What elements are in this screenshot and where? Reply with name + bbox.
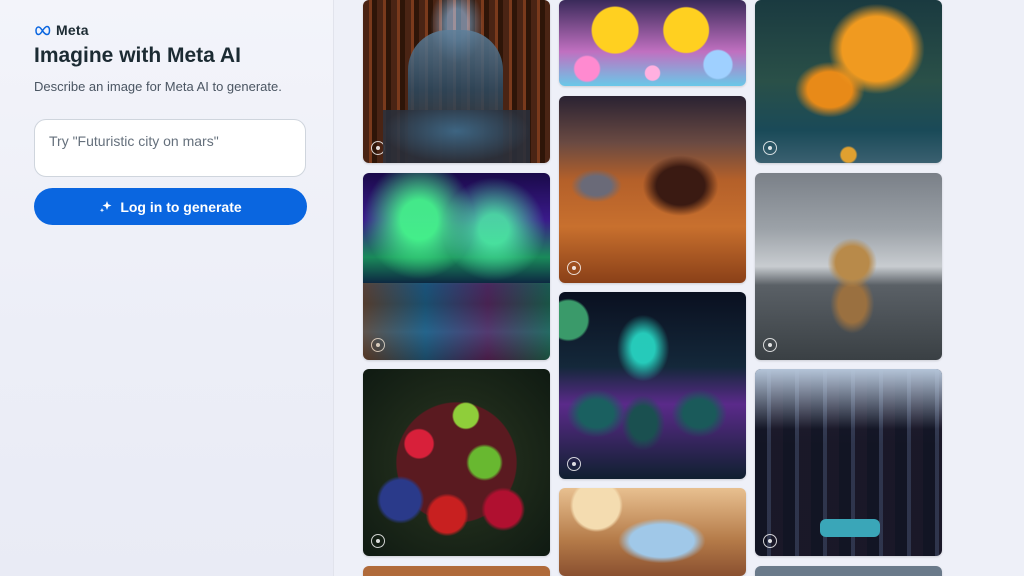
- gallery-image-astronauts[interactable]: [559, 292, 746, 479]
- gallery-image-mars-car[interactable]: [559, 96, 746, 283]
- meta-ai-icon: [763, 338, 777, 352]
- meta-ai-icon: [371, 338, 385, 352]
- gallery-image-aurora[interactable]: [363, 173, 550, 360]
- meta-logo[interactable]: Meta: [34, 22, 89, 38]
- gallery-image-city[interactable]: [755, 369, 942, 556]
- gallery-image-ducks[interactable]: [559, 0, 746, 86]
- gallery-image-dog[interactable]: [755, 173, 942, 360]
- prompt-input[interactable]: [34, 119, 306, 177]
- meta-ai-icon: [763, 141, 777, 155]
- sparkle-icon: [100, 200, 112, 212]
- gallery-image-fruit[interactable]: [363, 369, 550, 556]
- meta-ai-icon: [763, 534, 777, 548]
- meta-ai-icon: [567, 457, 581, 471]
- gallery-image-bird[interactable]: [559, 488, 746, 576]
- page-subtitle: Describe an image for Meta AI to generat…: [34, 79, 282, 94]
- gallery-image-partial[interactable]: [363, 566, 550, 576]
- gallery-image-library[interactable]: [363, 0, 550, 163]
- gallery-image-butterfly[interactable]: [755, 0, 942, 163]
- meta-ai-icon: [371, 141, 385, 155]
- left-panel: Meta Imagine with Meta AI Describe an im…: [0, 0, 334, 576]
- login-to-generate-label: Log in to generate: [120, 198, 242, 215]
- meta-infinity-icon: [35, 25, 51, 35]
- image-gallery: [335, 0, 1024, 576]
- logo-text: Meta: [56, 22, 89, 38]
- page-title: Imagine with Meta AI: [34, 44, 241, 67]
- meta-ai-icon: [371, 534, 385, 548]
- meta-ai-icon: [567, 261, 581, 275]
- login-to-generate-button[interactable]: Log in to generate: [34, 188, 307, 225]
- gallery-image-partial[interactable]: [755, 566, 942, 576]
